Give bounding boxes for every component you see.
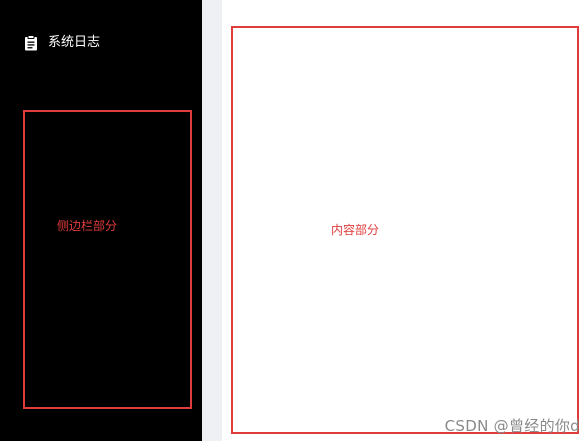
layout-gutter: [202, 0, 222, 441]
sidebar-annotation-label: 侧边栏部分: [57, 219, 118, 233]
sidebar-item-system-log[interactable]: 系统日志: [24, 34, 100, 52]
sidebar-item-label: 系统日志: [48, 35, 101, 50]
sidebar-annotation-box: [23, 110, 192, 409]
content-annotation-box: [231, 26, 579, 434]
watermark: CSDN @曾经的你d: [444, 417, 580, 435]
content-annotation-label: 内容部分: [331, 223, 380, 237]
clipboard-icon: [25, 35, 37, 51]
